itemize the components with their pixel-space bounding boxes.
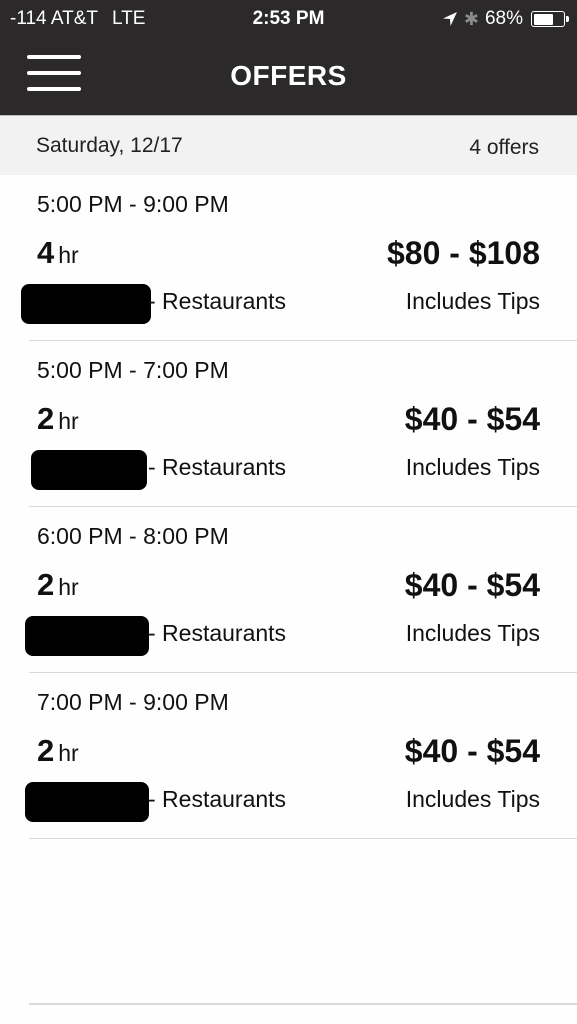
- battery-percent: 68%: [484, 8, 523, 29]
- redacted-block: [21, 284, 151, 324]
- offer-item[interactable]: 5:00 PM - 9:00 PM 4 hr $80 - $108 - Resta…: [21, 175, 577, 341]
- offer-tips: Includes Tips: [405, 454, 540, 480]
- duration-value: 4: [37, 235, 55, 270]
- offer-duration: 2 hr: [37, 733, 79, 769]
- offer-category: - Restaurants: [148, 454, 287, 480]
- offer-time: 5:00 PM - 7:00 PM: [37, 357, 229, 383]
- battery-icon: [531, 11, 569, 27]
- list-divider: [29, 1003, 577, 1005]
- offer-category: - Restaurants: [148, 288, 287, 314]
- offer-category: - Restaurants: [148, 786, 287, 812]
- duration-value: 2: [37, 733, 55, 768]
- date-section-header: Saturday, 12/17 4 offers: [0, 116, 577, 175]
- offer-tips: Includes Tips: [405, 620, 540, 646]
- offer-item[interactable]: 7:00 PM - 9:00 PM 2 hr $40 - $54 - Restau…: [25, 673, 577, 839]
- offer-time: 6:00 PM - 8:00 PM: [37, 523, 229, 549]
- duration-unit: hr: [58, 242, 79, 268]
- offer-item[interactable]: 6:00 PM - 8:00 PM 2 hr $40 - $54 - Restau…: [25, 507, 577, 673]
- status-indicators: ✱ 68%: [442, 8, 569, 30]
- offer-duration: 2 hr: [37, 401, 79, 437]
- duration-unit: hr: [58, 740, 79, 766]
- duration-value: 2: [37, 401, 55, 436]
- offer-tips: Includes Tips: [405, 288, 540, 314]
- offer-item[interactable]: 5:00 PM - 7:00 PM 2 hr $40 - $54 - Restau…: [29, 341, 577, 507]
- offer-category: - Restaurants: [148, 620, 287, 646]
- battery-level: [533, 13, 554, 25]
- duration-unit: hr: [58, 408, 79, 434]
- page-title: OFFERS: [230, 60, 347, 91]
- offer-list: 5:00 PM - 9:00 PM 4 hr $80 - $108 - Resta…: [0, 175, 577, 839]
- offer-pay: $40 - $54: [404, 567, 540, 603]
- redacted-block: [25, 782, 149, 822]
- offer-duration: 4 hr: [37, 235, 79, 271]
- duration-unit: hr: [58, 574, 79, 600]
- offer-time: 7:00 PM - 9:00 PM: [37, 689, 229, 715]
- offer-pay: $40 - $54: [404, 733, 540, 769]
- offer-pay: $80 - $108: [386, 235, 540, 271]
- location-arrow-icon: [442, 12, 457, 26]
- date-label: Saturday, 12/17: [36, 134, 183, 157]
- offer-duration: 2 hr: [37, 567, 79, 603]
- redacted-block: [25, 616, 149, 656]
- offer-pay: $40 - $54: [404, 401, 540, 437]
- bluetooth-icon: ✱: [463, 8, 479, 29]
- offer-time: 5:00 PM - 9:00 PM: [37, 191, 229, 217]
- redacted-block: [31, 450, 147, 490]
- duration-value: 2: [37, 567, 55, 602]
- status-bar: -114 AT&T LTE 2:53 PM ✱ 68%: [0, 0, 577, 40]
- offer-count: 4 offers: [469, 136, 539, 159]
- offer-tips: Includes Tips: [405, 786, 540, 812]
- battery-nub: [566, 16, 569, 22]
- nav-bar: OFFERS: [0, 40, 577, 116]
